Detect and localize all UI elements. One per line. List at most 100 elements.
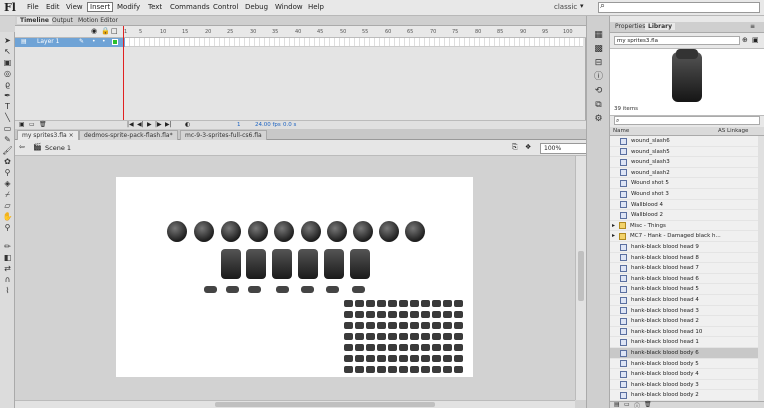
sprite-piece[interactable] — [399, 366, 408, 373]
panel-menu-icon[interactable]: ≡ — [750, 23, 755, 30]
sprite-piece[interactable] — [454, 366, 463, 373]
sprite-piece[interactable] — [399, 355, 408, 362]
sprite-piece[interactable] — [443, 366, 452, 373]
playhead[interactable] — [123, 26, 124, 127]
doc-tab[interactable]: dedmos-sprite-pack-flash.fla* — [79, 130, 178, 140]
sprite-hand[interactable] — [276, 286, 289, 293]
scene-name[interactable]: Scene 1 — [45, 144, 71, 152]
library-search-input[interactable]: ⌕ — [614, 116, 760, 125]
layer-row[interactable]: ▤ Layer 1 ✎ • • — [15, 38, 125, 47]
tab-properties[interactable]: Properties — [612, 23, 648, 30]
menu-control[interactable]: Control — [210, 3, 241, 11]
library-item[interactable]: hank-black blood body 3 — [610, 380, 758, 391]
back-arrow-icon[interactable]: ⇦ — [19, 143, 25, 151]
scrollbar-thumb[interactable] — [215, 402, 435, 407]
library-item[interactable]: hank-black blood head 3 — [610, 306, 758, 317]
onion-skin-icon[interactable]: ◐ — [185, 121, 190, 128]
delete-layer-icon[interactable]: 🗑 — [39, 121, 47, 128]
sprite-piece[interactable] — [443, 333, 452, 340]
sprite-piece[interactable] — [355, 355, 364, 362]
sprite-piece[interactable] — [421, 355, 430, 362]
eyedropper-icon[interactable]: ⌿ — [2, 190, 13, 200]
sprite-piece[interactable] — [366, 333, 375, 340]
stage-horizontal-scrollbar[interactable] — [15, 400, 575, 408]
next-frame-icon[interactable]: |▶ — [155, 121, 162, 128]
tab-motion-editor[interactable]: Motion Editor — [75, 17, 121, 24]
sprite-piece[interactable] — [366, 311, 375, 318]
sprite-piece[interactable] — [388, 322, 397, 329]
sprite-piece[interactable] — [344, 366, 353, 373]
library-item[interactable]: Wound shot 3 — [610, 189, 758, 200]
tab-timeline[interactable]: Timeline — [17, 17, 52, 24]
column-linkage[interactable]: AS Linkage — [718, 128, 748, 134]
frame-grid[interactable] — [125, 38, 583, 47]
library-item[interactable]: hank-black blood body 6 — [610, 348, 758, 359]
sprite-piece[interactable] — [421, 311, 430, 318]
library-item[interactable]: hank-black blood head 1 — [610, 337, 758, 348]
library-file-select[interactable]: my sprites3.fla — [614, 36, 740, 45]
sprite-piece[interactable] — [366, 366, 375, 373]
doc-tab[interactable]: mc-9-3-sprites-full-cs6.fla — [180, 130, 267, 140]
pen-tool-icon[interactable]: ✒ — [2, 91, 13, 101]
stage[interactable] — [116, 177, 473, 377]
sprite-body[interactable] — [298, 249, 318, 279]
sprite-hand[interactable] — [204, 286, 217, 293]
menu-insert[interactable]: Insert — [87, 2, 114, 12]
stroke-color-icon[interactable]: ✏ — [2, 242, 13, 252]
sprite-head[interactable] — [353, 221, 373, 242]
sprite-piece[interactable] — [410, 300, 419, 307]
lock-dot-icon[interactable]: • — [102, 38, 106, 45]
eye-icon[interactable]: ◉ — [91, 27, 97, 35]
sprite-body[interactable] — [324, 249, 344, 279]
edit-symbol-icon[interactable]: ❖ — [525, 143, 531, 151]
sprite-piece[interactable] — [388, 366, 397, 373]
new-library-icon[interactable]: ▣ — [752, 36, 759, 44]
sprite-body[interactable] — [221, 249, 241, 279]
scrollbar-thumb[interactable] — [578, 251, 584, 301]
sprite-piece[interactable] — [432, 300, 441, 307]
stage-vertical-scrollbar[interactable] — [575, 156, 586, 400]
sprite-body[interactable] — [246, 249, 266, 279]
sprite-piece[interactable] — [366, 300, 375, 307]
snap-icon[interactable]: ∩ — [2, 275, 13, 285]
sprite-piece[interactable] — [443, 322, 452, 329]
layer-name[interactable]: Layer 1 — [37, 38, 59, 45]
pin-icon[interactable]: ⊕ — [742, 36, 748, 44]
sprite-piece[interactable] — [443, 311, 452, 318]
swatches-icon[interactable]: ▩ — [592, 44, 605, 54]
transform-icon[interactable]: ⟲ — [592, 86, 605, 96]
sprite-piece[interactable] — [421, 344, 430, 351]
sprite-head[interactable] — [301, 221, 321, 242]
fill-color-icon[interactable]: ◧ — [2, 253, 13, 263]
sprite-piece[interactable] — [388, 344, 397, 351]
hand-tool-icon[interactable]: ✋ — [2, 212, 13, 222]
menu-text[interactable]: Text — [145, 3, 165, 11]
library-item[interactable]: hank-black blood head 4 — [610, 295, 758, 306]
sprite-piece[interactable] — [355, 344, 364, 351]
prev-frame-icon[interactable]: ◀| — [137, 121, 144, 128]
library-item[interactable]: hank-black blood head 8 — [610, 253, 758, 264]
sprite-piece[interactable] — [377, 366, 386, 373]
sprite-piece[interactable] — [421, 300, 430, 307]
lock-icon[interactable]: 🔒 — [101, 27, 110, 35]
tab-output[interactable]: Output — [49, 17, 76, 24]
sprite-piece[interactable] — [410, 322, 419, 329]
sprite-head[interactable] — [248, 221, 268, 242]
library-item[interactable]: hank-black blood head 7 — [610, 263, 758, 274]
layer-color-swatch[interactable] — [112, 39, 118, 45]
menu-window[interactable]: Window — [272, 3, 306, 11]
library-item[interactable]: Wallblood 4 — [610, 200, 758, 211]
menu-view[interactable]: View — [63, 3, 86, 11]
free-transform-icon[interactable]: ▣ — [2, 58, 13, 68]
menu-help[interactable]: Help — [305, 3, 327, 11]
eraser-icon[interactable]: ▱ — [2, 201, 13, 211]
sprite-piece[interactable] — [410, 366, 419, 373]
new-folder-icon[interactable]: ▭ — [624, 401, 630, 408]
sprite-piece[interactable] — [344, 344, 353, 351]
sprite-piece[interactable] — [377, 311, 386, 318]
sprite-piece[interactable] — [410, 355, 419, 362]
visibility-dot-icon[interactable]: • — [92, 38, 96, 45]
sprite-piece[interactable] — [432, 355, 441, 362]
expand-arrow-icon[interactable]: ▸ — [612, 231, 615, 241]
first-frame-icon[interactable]: |◀ — [127, 121, 134, 128]
